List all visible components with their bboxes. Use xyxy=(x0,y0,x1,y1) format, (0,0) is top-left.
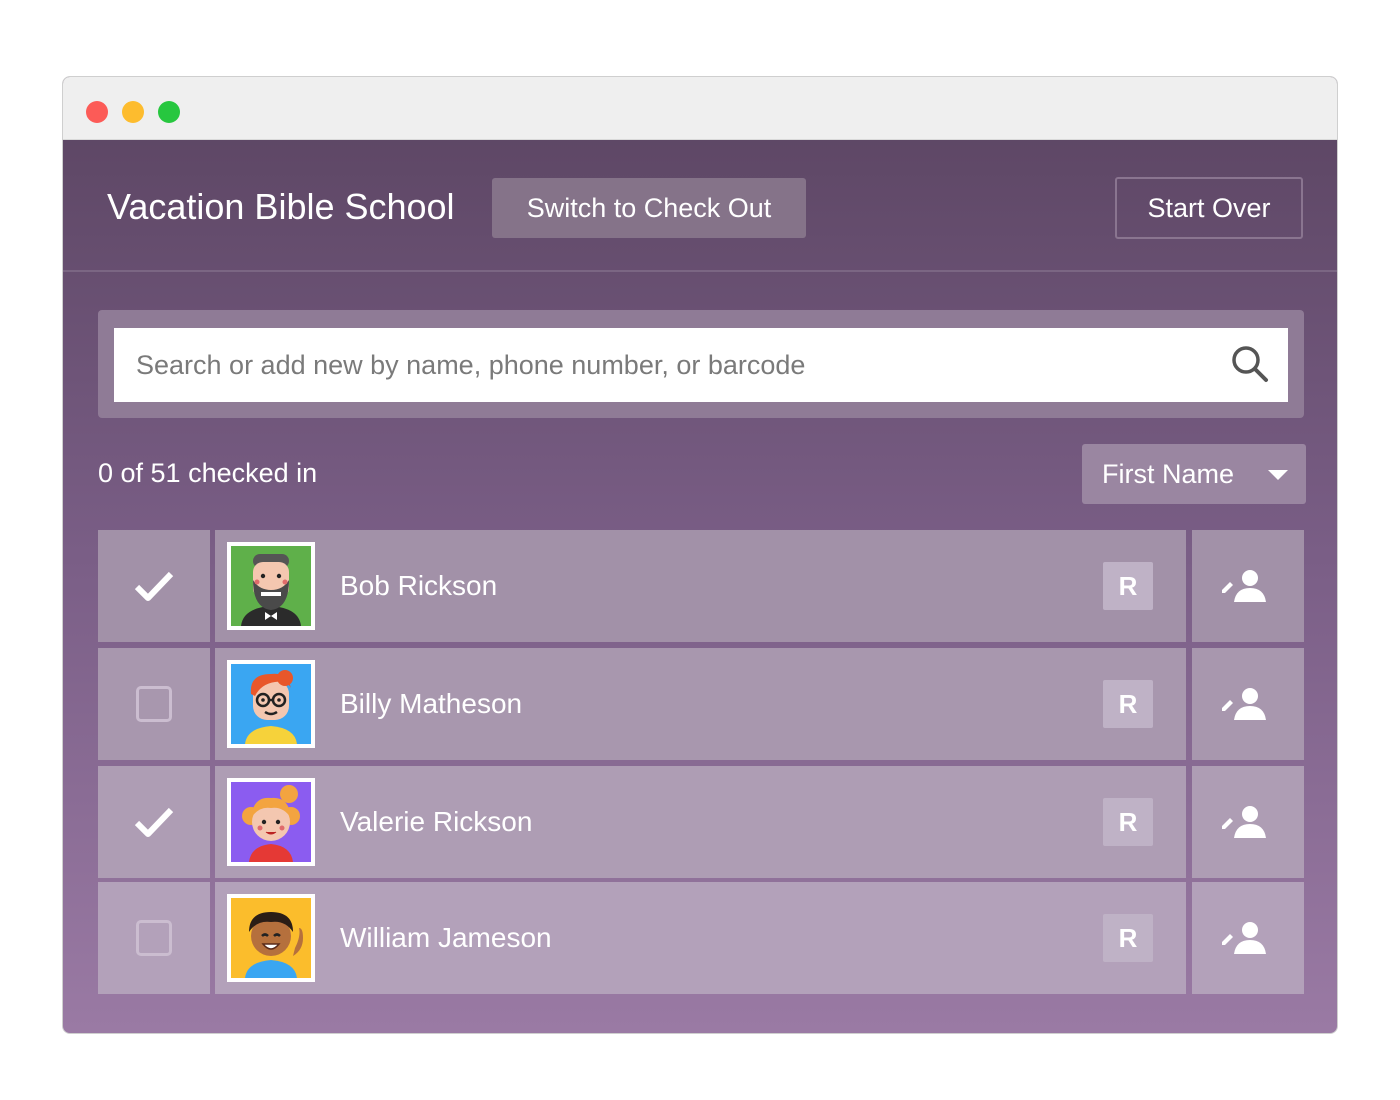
edit-person-icon xyxy=(1222,570,1266,602)
close-window-button[interactable] xyxy=(86,101,108,123)
checkmark-icon xyxy=(134,807,174,837)
person-name: Bob Rickson xyxy=(340,570,498,601)
empty-checkbox-icon xyxy=(136,920,172,956)
avatar xyxy=(227,660,315,748)
list-item: Valerie Rickson R xyxy=(98,766,1304,878)
sort-dropdown[interactable]: First Name xyxy=(1082,444,1306,504)
person-row[interactable]: Bob Rickson R xyxy=(215,530,1186,642)
person-name: Billy Matheson xyxy=(340,688,523,719)
start-over-button[interactable]: Start Over xyxy=(1115,177,1303,239)
avatar xyxy=(227,778,315,866)
role-badge: R xyxy=(1103,798,1153,846)
person-row[interactable]: William Jameson R xyxy=(215,882,1186,994)
list-item: Bob Rickson R xyxy=(98,530,1304,642)
event-title: Vacation Bible School xyxy=(107,186,455,227)
person-name: Valerie Rickson xyxy=(340,806,533,837)
avatar xyxy=(227,542,315,630)
app-window: Vacation Bible School Switch to Check Ou… xyxy=(62,76,1338,1034)
list-item: Billy Matheson R xyxy=(98,648,1304,760)
empty-checkbox-icon xyxy=(136,686,172,722)
person-row[interactable]: Valerie Rickson R xyxy=(215,766,1186,878)
check-in-toggle[interactable] xyxy=(98,648,210,760)
sort-selected-value: First Name xyxy=(1102,459,1235,489)
avatar xyxy=(227,894,315,982)
switch-to-check-out-button[interactable]: Switch to Check Out xyxy=(492,178,806,238)
search-bar xyxy=(98,310,1304,418)
role-badge: R xyxy=(1103,914,1153,962)
minimize-window-button[interactable] xyxy=(122,101,144,123)
edit-person-button[interactable] xyxy=(1192,530,1304,642)
edit-person-icon xyxy=(1222,806,1266,838)
search-input[interactable] xyxy=(114,328,1288,402)
edit-person-icon xyxy=(1222,922,1266,954)
check-in-toggle[interactable] xyxy=(98,530,210,642)
role-badge: R xyxy=(1103,680,1153,728)
role-badge: R xyxy=(1103,562,1153,610)
check-in-toggle[interactable] xyxy=(98,882,210,994)
list-item: William Jameson R xyxy=(98,882,1304,994)
edit-person-button[interactable] xyxy=(1192,766,1304,878)
header-divider xyxy=(63,270,1337,272)
edit-person-button[interactable] xyxy=(1192,648,1304,760)
window-titlebar xyxy=(63,77,1337,140)
edit-person-icon xyxy=(1222,688,1266,720)
person-name: William Jameson xyxy=(340,922,552,953)
search-icon[interactable] xyxy=(1230,344,1270,384)
edit-person-button[interactable] xyxy=(1192,882,1304,994)
checkmark-icon xyxy=(134,571,174,601)
person-row[interactable]: Billy Matheson R xyxy=(215,648,1186,760)
checked-in-count: 0 of 51 checked in xyxy=(98,458,318,488)
maximize-window-button[interactable] xyxy=(158,101,180,123)
check-in-toggle[interactable] xyxy=(98,766,210,878)
caret-down-icon xyxy=(1268,470,1288,480)
